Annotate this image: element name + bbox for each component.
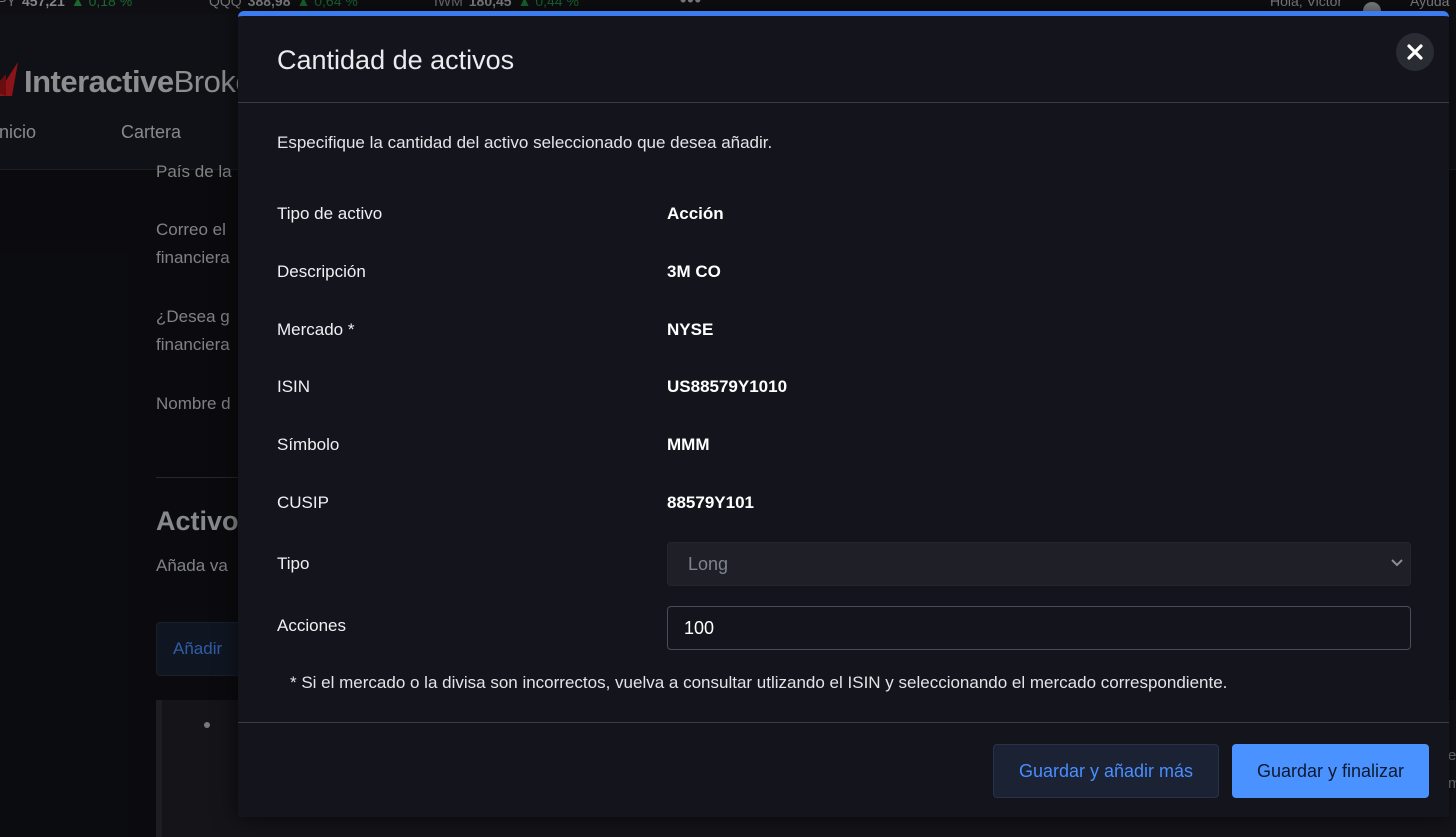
asset-type-label: Tipo de activo — [277, 204, 383, 223]
position-type-select[interactable]: Long — [667, 542, 1411, 586]
description-value: 3M CO — [667, 262, 721, 281]
market-currency-footnote: * Si el mercado o la divisa son incorrec… — [290, 673, 1228, 692]
dialog-title: Cantidad de activos — [277, 45, 515, 75]
isin-label: ISIN — [277, 377, 311, 396]
dialog-header: Cantidad de activos — [238, 16, 1449, 103]
close-icon — [1407, 44, 1423, 60]
position-type-selected-value: Long — [688, 554, 729, 574]
asset-quantity-dialog: Cantidad de activos Especifique la canti… — [238, 11, 1449, 817]
shares-label: Acciones — [277, 616, 346, 635]
shares-input[interactable] — [667, 606, 1411, 650]
cusip-value: 88579Y101 — [667, 493, 754, 512]
position-type-label: Tipo — [277, 554, 310, 573]
market-value: NYSE — [667, 320, 714, 339]
dialog-footer-divider — [238, 722, 1449, 723]
asset-type-value: Acción — [667, 204, 724, 223]
save-and-add-more-button[interactable]: Guardar y añadir más — [993, 744, 1219, 798]
close-button[interactable] — [1396, 33, 1434, 71]
symbol-label: Símbolo — [277, 435, 340, 454]
save-and-finish-button[interactable]: Guardar y finalizar — [1232, 744, 1429, 798]
chevron-down-icon — [1391, 559, 1403, 567]
cusip-label: CUSIP — [277, 493, 329, 512]
isin-value: US88579Y1010 — [667, 377, 788, 396]
symbol-value: MMM — [667, 435, 710, 454]
market-label: Mercado * — [277, 320, 355, 339]
dialog-intro-text: Especifique la cantidad del activo selec… — [277, 133, 773, 152]
description-label: Descripción — [277, 262, 366, 281]
